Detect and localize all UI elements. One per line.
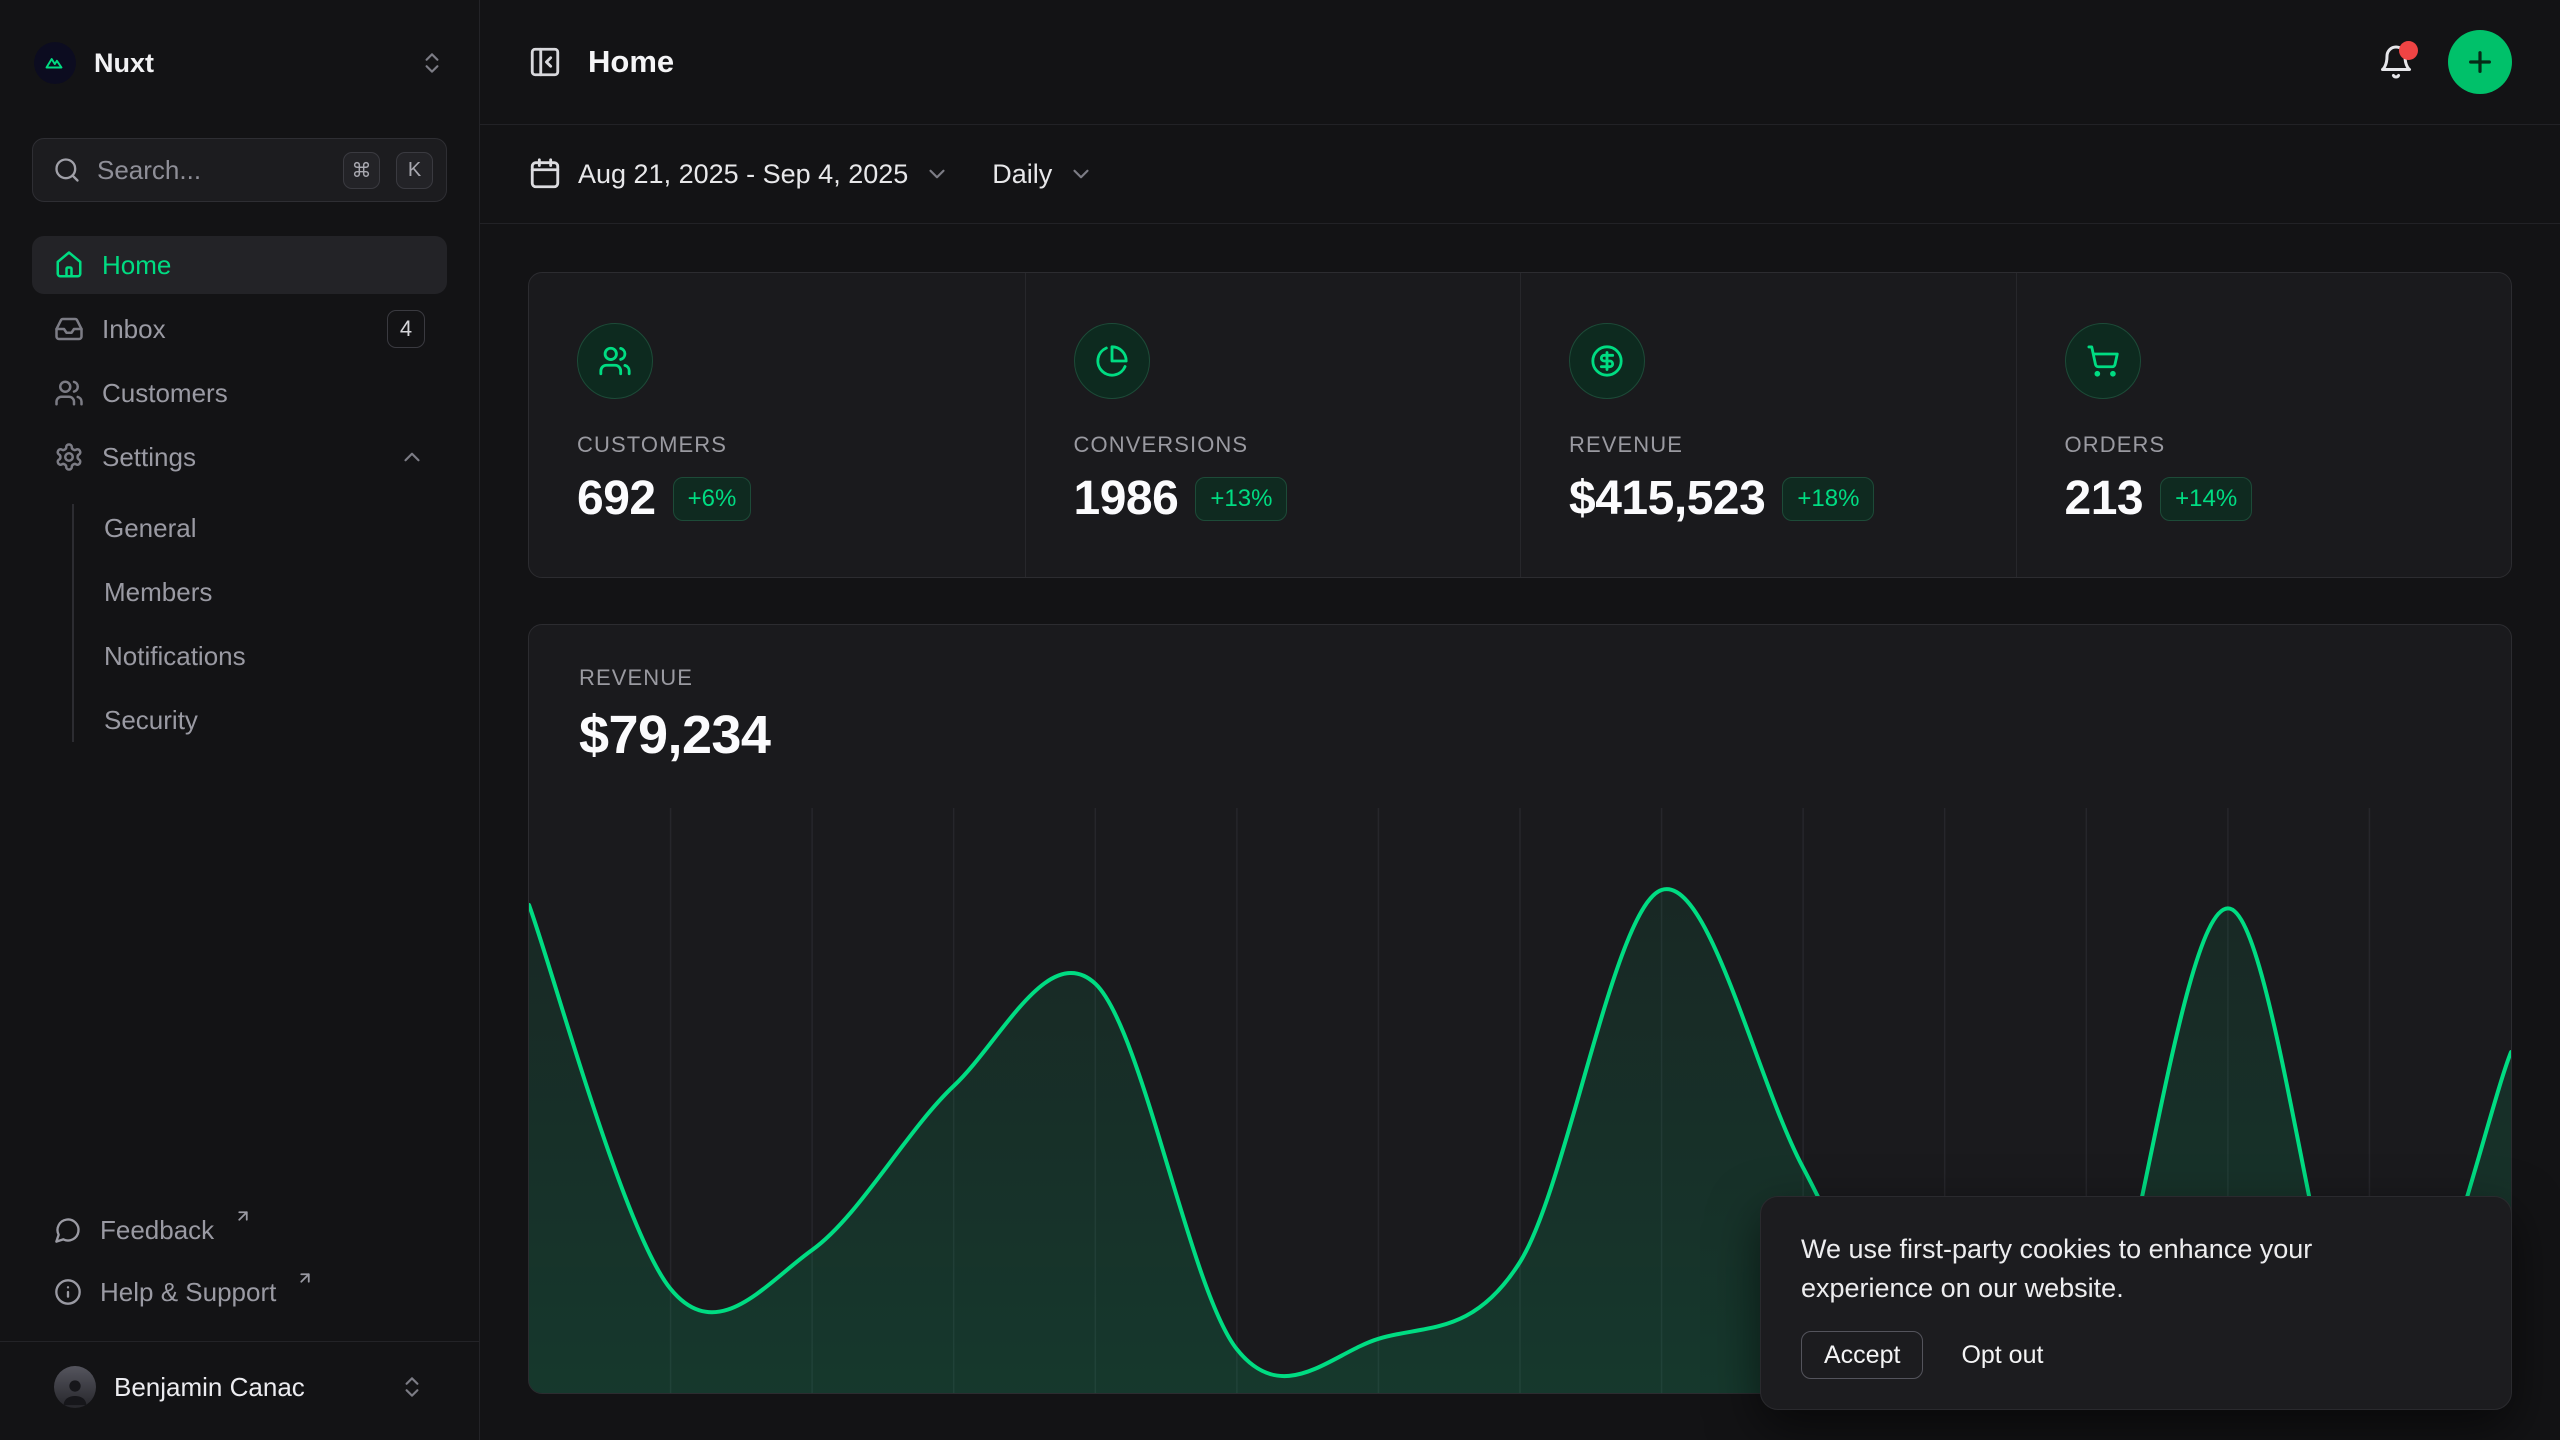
- home-icon: [54, 250, 84, 280]
- sidebar-item-general[interactable]: General: [32, 496, 447, 560]
- avatar: [54, 1366, 96, 1408]
- external-link-icon: [296, 1269, 314, 1287]
- shopping-cart-icon: [2065, 323, 2141, 399]
- nuxt-logo-icon: [34, 42, 76, 84]
- feedback-label: Feedback: [100, 1215, 214, 1246]
- pie-chart-icon: [1074, 323, 1150, 399]
- stat-label: REVENUE: [1569, 432, 2016, 458]
- stat-customers[interactable]: CUSTOMERS 692 +6%: [529, 273, 1025, 577]
- chevrons-up-down-icon: [419, 50, 445, 76]
- external-link-icon: [234, 1207, 252, 1225]
- workspace-name: Nuxt: [94, 48, 401, 79]
- revenue-chart-total: $79,234: [579, 704, 2511, 766]
- sidebar-item-security[interactable]: Security: [32, 688, 447, 752]
- notifications-button[interactable]: [2378, 44, 2414, 80]
- stat-delta-badge: +6%: [673, 477, 752, 521]
- sidebar-item-label: Home: [102, 250, 425, 281]
- users-icon: [577, 323, 653, 399]
- kbd-meta: ⌘: [343, 152, 380, 189]
- sidebar-item-label: Settings: [102, 442, 381, 473]
- inbox-count-badge: 4: [387, 310, 425, 348]
- stat-value: 213: [2065, 471, 2144, 526]
- sidebar-item-home[interactable]: Home: [32, 236, 447, 294]
- help-support-link[interactable]: Help & Support: [32, 1265, 447, 1323]
- cookie-banner: We use first-party cookies to enhance yo…: [1760, 1196, 2512, 1410]
- sidebar-nav: Home Inbox 4 Customers Settings: [32, 236, 447, 752]
- revenue-chart-label: REVENUE: [579, 665, 2511, 691]
- add-button[interactable]: [2448, 30, 2512, 94]
- stat-revenue[interactable]: REVENUE $415,523 +18%: [1520, 273, 2016, 577]
- info-circle-icon: [54, 1278, 82, 1306]
- search-input[interactable]: Search... ⌘ K: [32, 138, 447, 202]
- chevrons-up-down-icon: [399, 1374, 425, 1400]
- stat-label: CUSTOMERS: [577, 432, 1025, 458]
- date-range-picker[interactable]: Aug 21, 2025 - Sep 4, 2025: [528, 157, 950, 191]
- period-value: Daily: [992, 159, 1052, 190]
- notification-dot: [2399, 41, 2418, 60]
- kbd-k: K: [396, 152, 433, 189]
- sidebar-item-notifications[interactable]: Notifications: [32, 624, 447, 688]
- stat-value: 692: [577, 471, 656, 526]
- stat-delta-badge: +18%: [1782, 477, 1874, 521]
- sidebar-item-members[interactable]: Members: [32, 560, 447, 624]
- page-header: Home: [480, 0, 2560, 125]
- settings-children: General Members Notifications Security: [32, 496, 447, 752]
- chevron-down-icon: [924, 161, 950, 187]
- stat-label: CONVERSIONS: [1074, 432, 1521, 458]
- users-icon: [54, 378, 84, 408]
- stats-row: CUSTOMERS 692 +6% CONVERSIONS 1986 +13%: [528, 272, 2512, 578]
- opt-out-button[interactable]: Opt out: [1961, 1341, 2043, 1370]
- header-actions: [2378, 30, 2512, 94]
- help-support-label: Help & Support: [100, 1277, 276, 1308]
- stat-orders[interactable]: ORDERS 213 +14%: [2016, 273, 2512, 577]
- search-placeholder: Search...: [97, 155, 327, 186]
- revenue-chart-header: REVENUE $79,234: [529, 625, 2511, 766]
- calendar-icon: [528, 157, 562, 191]
- feedback-link[interactable]: Feedback: [32, 1203, 447, 1261]
- user-name: Benjamin Canac: [114, 1372, 381, 1403]
- accept-button[interactable]: Accept: [1801, 1331, 1923, 1379]
- stat-delta-badge: +13%: [1195, 477, 1287, 521]
- cookie-message: We use first-party cookies to enhance yo…: [1801, 1230, 2421, 1308]
- stat-label: ORDERS: [2065, 432, 2512, 458]
- user-menu[interactable]: Benjamin Canac: [32, 1354, 447, 1420]
- period-select[interactable]: Daily: [992, 159, 1094, 190]
- sidebar-item-label: Inbox: [102, 314, 369, 345]
- sidebar-user-section: Benjamin Canac: [0, 1341, 479, 1440]
- chevron-up-icon: [399, 444, 425, 470]
- stat-delta-badge: +14%: [2160, 477, 2252, 521]
- sidebar-item-settings[interactable]: Settings: [32, 428, 447, 486]
- chevron-down-icon: [1068, 161, 1094, 187]
- filters-toolbar: Aug 21, 2025 - Sep 4, 2025 Daily: [480, 125, 2560, 224]
- dollar-circle-icon: [1569, 323, 1645, 399]
- plus-icon: [2464, 46, 2496, 78]
- sidebar-item-customers[interactable]: Customers: [32, 364, 447, 422]
- stat-value: 1986: [1074, 471, 1179, 526]
- date-range-value: Aug 21, 2025 - Sep 4, 2025: [578, 159, 908, 190]
- stat-value: $415,523: [1569, 471, 1765, 526]
- sidebar-item-label: Customers: [102, 378, 425, 409]
- sidebar-footer: Feedback Help & Support: [32, 1203, 447, 1341]
- page-title: Home: [588, 44, 674, 80]
- workspace-switcher[interactable]: Nuxt: [32, 38, 447, 88]
- sidebar-item-inbox[interactable]: Inbox 4: [32, 300, 447, 358]
- message-circle-icon: [54, 1216, 82, 1244]
- cookie-actions: Accept Opt out: [1801, 1331, 2471, 1379]
- inbox-icon: [54, 314, 84, 344]
- stat-conversions[interactable]: CONVERSIONS 1986 +13%: [1025, 273, 1521, 577]
- collapse-sidebar-icon[interactable]: [528, 45, 562, 79]
- search-icon: [53, 156, 81, 184]
- sidebar: Nuxt Search... ⌘ K Home: [0, 0, 480, 1440]
- gear-icon: [54, 442, 84, 472]
